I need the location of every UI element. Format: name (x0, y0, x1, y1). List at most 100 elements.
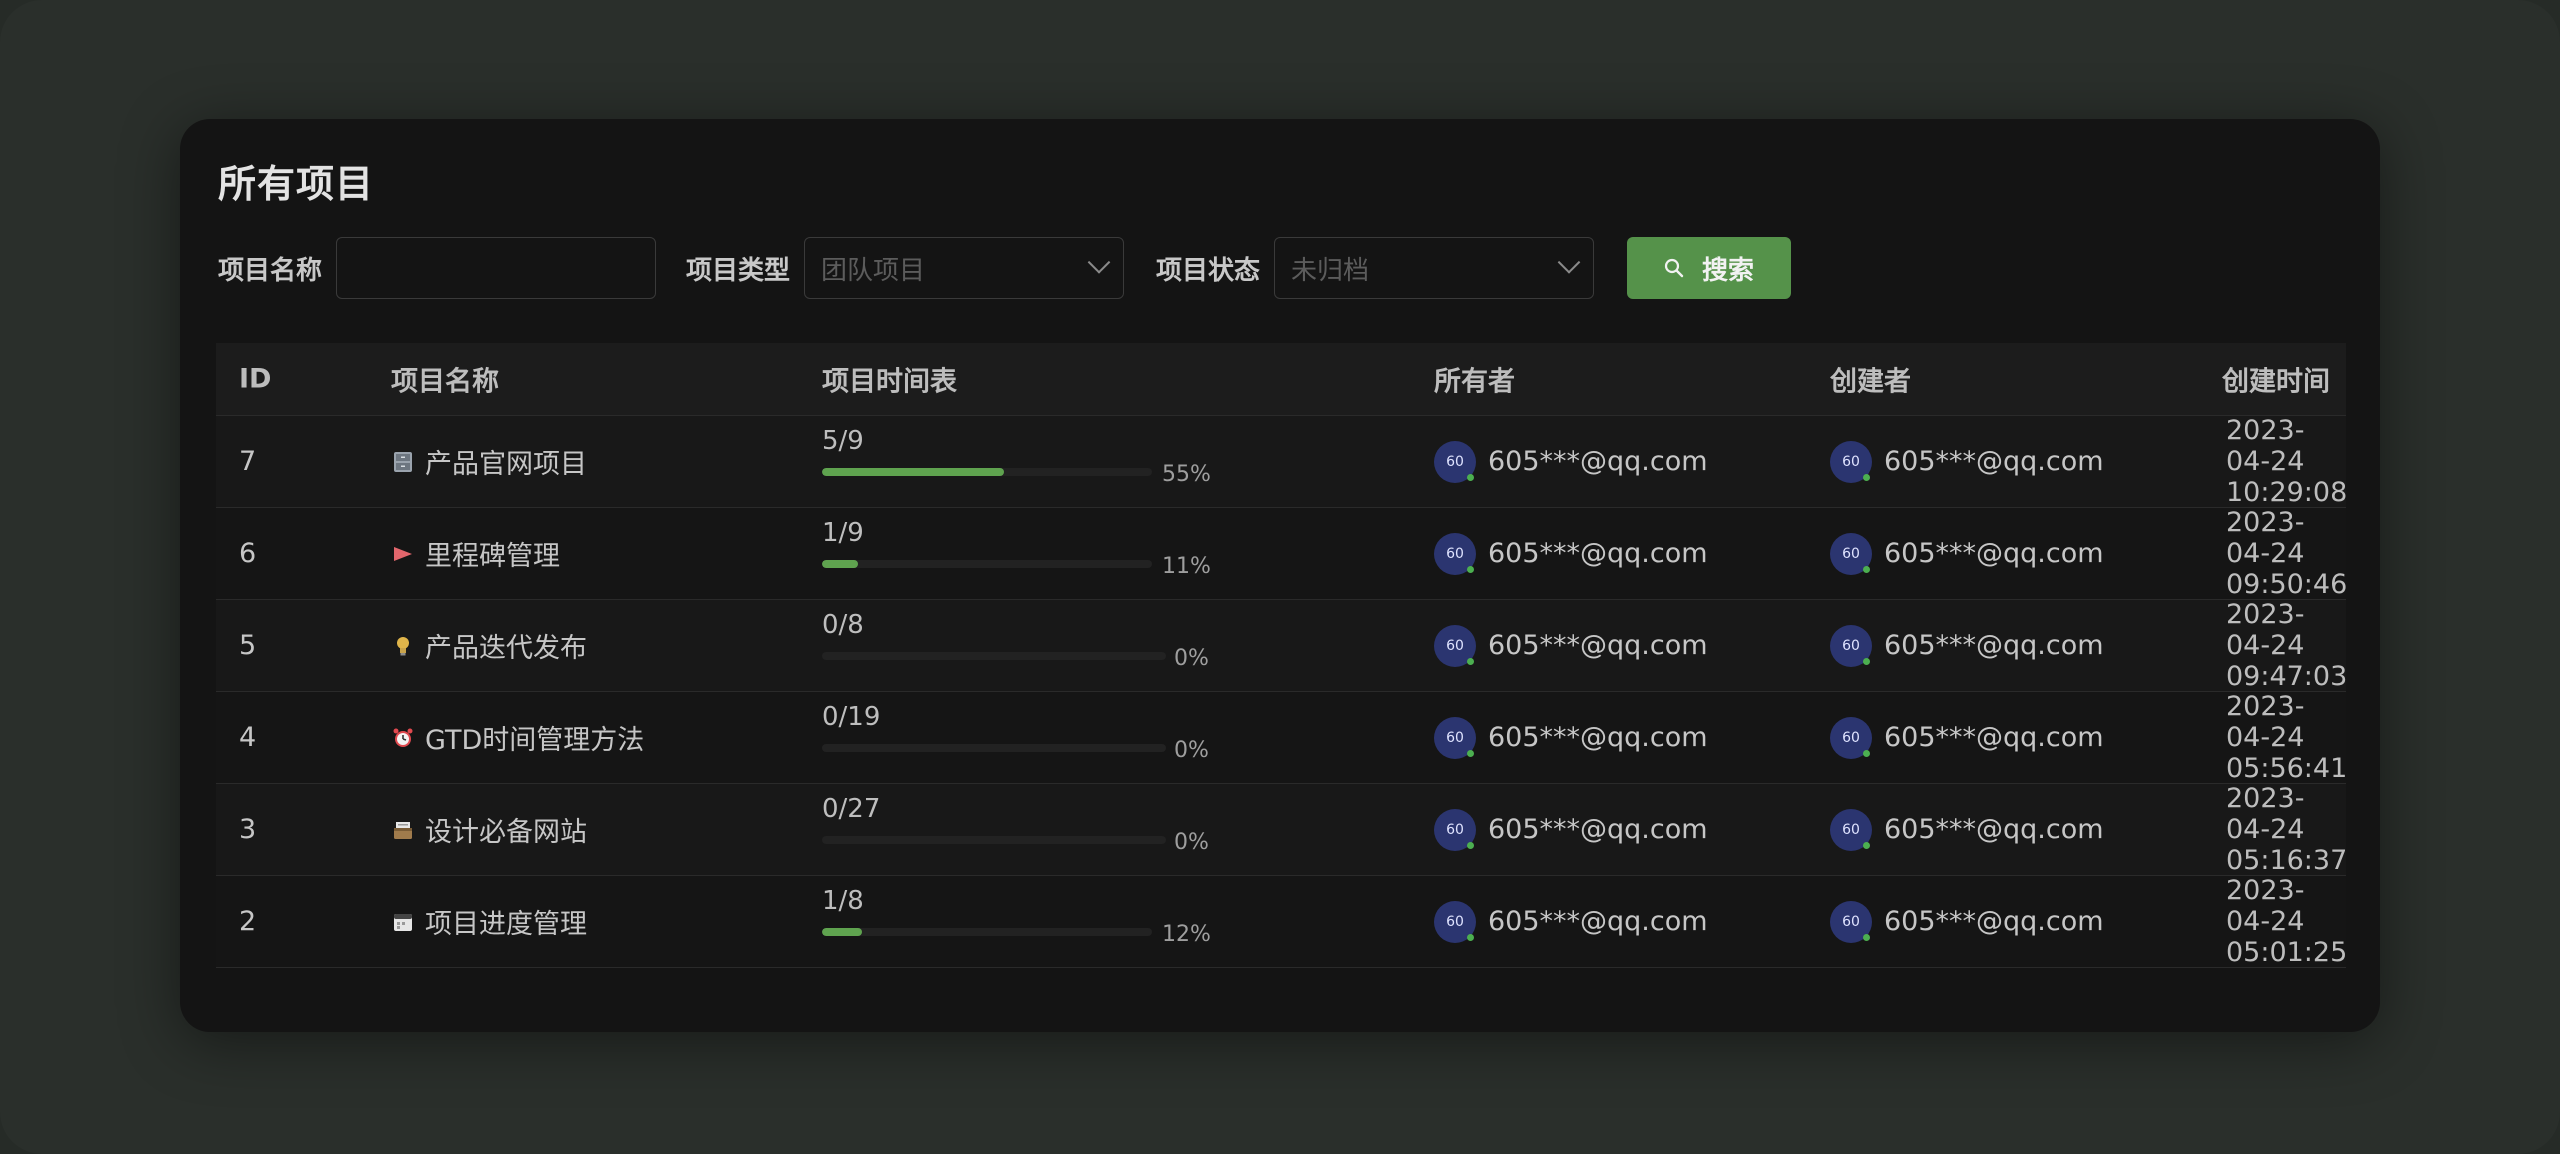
creator-email: 605***@qq.com (1884, 814, 2104, 845)
creator-cell: 60 605***@qq.com (1830, 440, 2104, 483)
search-button-label: 搜索 (1702, 255, 1755, 286)
progress-percent: 0% (1174, 737, 1209, 763)
column-header-id[interactable]: ID (239, 364, 271, 395)
creator-email: 605***@qq.com (1884, 630, 2104, 661)
online-status-dot (1467, 473, 1474, 481)
red-flag-icon (391, 542, 415, 566)
page-title: 所有项目 (218, 162, 375, 206)
progress-fill (822, 559, 859, 568)
project-type-select[interactable]: 团队项目 (804, 237, 1125, 299)
owner-cell: 60 605***@qq.com (1434, 532, 1708, 575)
avatar-initials: 60 (1842, 545, 1860, 562)
avatar-initials: 60 (1446, 821, 1464, 838)
row-id: 3 (239, 814, 257, 845)
creator-avatar[interactable]: 60 (1830, 900, 1872, 943)
project-name-cell[interactable]: 产品迭代发布 (391, 626, 587, 665)
progress-fraction: 1/8 (822, 885, 864, 916)
owner-email: 605***@qq.com (1488, 446, 1708, 477)
column-header-created-time[interactable]: 创建时间 (2222, 360, 2330, 399)
project-name[interactable]: GTD时间管理方法 (425, 718, 644, 757)
chevron-down-icon (1087, 251, 1111, 274)
progress-percent: 11% (1162, 553, 1211, 579)
project-status-select[interactable]: 未归档 (1274, 237, 1595, 299)
project-name[interactable]: 产品官网项目 (425, 442, 587, 481)
avatar-initials: 60 (1842, 821, 1860, 838)
owner-cell: 60 605***@qq.com (1434, 624, 1708, 667)
online-status-dot (1863, 657, 1870, 665)
project-name[interactable]: 项目进度管理 (425, 902, 587, 941)
owner-avatar[interactable]: 60 (1434, 532, 1476, 575)
creator-avatar[interactable]: 60 (1830, 808, 1872, 851)
project-name[interactable]: 产品迭代发布 (425, 626, 587, 665)
avatar-initials: 60 (1842, 729, 1860, 746)
avatar-initials: 60 (1842, 637, 1860, 654)
progress-fraction: 5/9 (822, 425, 864, 456)
creator-avatar[interactable]: 60 (1830, 716, 1872, 759)
alarm-clock-icon (391, 726, 415, 750)
online-status-dot (1467, 933, 1474, 941)
table-row[interactable]: 3 设计必备网站 0/27 0% 60 605***@qq.com 60 605… (216, 783, 2348, 876)
progress-fill (822, 927, 862, 936)
table-body: 7 产品官网项目 5/9 55% 60 605***@qq.com 60 605… (216, 415, 2348, 968)
table-row[interactable]: 2 项目进度管理 1/8 12% 60 605***@qq.com 60 605… (216, 875, 2348, 968)
owner-avatar[interactable]: 60 (1434, 716, 1476, 759)
project-name[interactable]: 设计必备网站 (425, 810, 587, 849)
row-id: 5 (239, 630, 257, 661)
owner-avatar[interactable]: 60 (1434, 440, 1476, 483)
table-row[interactable]: 4 GTD时间管理方法 0/19 0% 60 605***@qq.com 60 … (216, 691, 2347, 784)
search-button[interactable]: 搜索 (1627, 237, 1792, 299)
column-header-owner[interactable]: 所有者 (1434, 360, 1515, 399)
owner-email: 605***@qq.com (1488, 722, 1708, 753)
avatar-initials: 60 (1446, 453, 1464, 470)
created-time: 2023-04-24 10:29:08 (2226, 415, 2348, 508)
creator-cell: 60 605***@qq.com (1830, 808, 2104, 851)
creator-email: 605***@qq.com (1884, 906, 2104, 937)
created-time: 2023-04-24 05:16:37 (2226, 783, 2348, 876)
owner-email: 605***@qq.com (1488, 814, 1708, 845)
online-status-dot (1467, 565, 1474, 573)
avatar-initials: 60 (1446, 637, 1464, 654)
row-id: 4 (239, 722, 257, 753)
table-row[interactable]: 6 里程碑管理 1/9 11% 60 605***@qq.com 60 605*… (216, 507, 2347, 600)
projects-card: 所有项目 项目名称 项目类型 团队项目 项目状态 未归档 搜索 ID 项目名称 … (180, 119, 2380, 1032)
project-name-cell[interactable]: 里程碑管理 (391, 534, 560, 573)
progress-bar (822, 927, 1152, 936)
online-status-dot (1467, 657, 1474, 665)
creator-avatar[interactable]: 60 (1830, 532, 1872, 575)
table-header: ID 项目名称 项目时间表 所有者 创建者 创建时间 (216, 343, 2346, 416)
table-row[interactable]: 7 产品官网项目 5/9 55% 60 605***@qq.com 60 605… (216, 415, 2348, 508)
row-id: 7 (239, 446, 257, 477)
project-type-label: 项目类型 (686, 255, 791, 286)
avatar-initials: 60 (1842, 453, 1860, 470)
creator-avatar[interactable]: 60 (1830, 624, 1872, 667)
owner-avatar[interactable]: 60 (1434, 900, 1476, 943)
project-status-placeholder: 未归档 (1291, 255, 1370, 286)
project-name-cell[interactable]: 产品官网项目 (391, 442, 587, 481)
column-header-schedule[interactable]: 项目时间表 (822, 360, 1212, 399)
avatar-initials: 60 (1446, 913, 1464, 930)
column-header-creator[interactable]: 创建者 (1830, 360, 1911, 399)
creator-avatar[interactable]: 60 (1830, 440, 1872, 483)
project-name[interactable]: 里程碑管理 (425, 534, 560, 573)
progress-percent: 55% (1162, 461, 1211, 487)
owner-cell: 60 605***@qq.com (1434, 900, 1708, 943)
filter-bar: 项目名称 项目类型 团队项目 项目状态 未归档 搜索 (218, 237, 1792, 299)
progress-percent: 0% (1174, 645, 1209, 671)
owner-avatar[interactable]: 60 (1434, 808, 1476, 851)
owner-email: 605***@qq.com (1488, 630, 1708, 661)
row-id: 2 (239, 906, 257, 937)
avatar-initials: 60 (1446, 545, 1464, 562)
project-name-cell[interactable]: GTD时间管理方法 (391, 718, 644, 757)
project-name-input[interactable] (336, 237, 657, 299)
project-name-cell[interactable]: 设计必备网站 (391, 810, 587, 849)
column-header-name[interactable]: 项目名称 (391, 360, 499, 399)
owner-email: 605***@qq.com (1488, 906, 1708, 937)
owner-avatar[interactable]: 60 (1434, 624, 1476, 667)
calendar-icon (391, 910, 415, 934)
progress-bar (822, 559, 1152, 568)
created-time: 2023-04-24 05:01:25 (2226, 875, 2348, 968)
table-row[interactable]: 5 产品迭代发布 0/8 0% 60 605***@qq.com 60 605*… (216, 599, 2347, 692)
avatar-initials: 60 (1446, 729, 1464, 746)
progress-fraction: 0/8 (822, 609, 864, 640)
project-name-cell[interactable]: 项目进度管理 (391, 902, 587, 941)
